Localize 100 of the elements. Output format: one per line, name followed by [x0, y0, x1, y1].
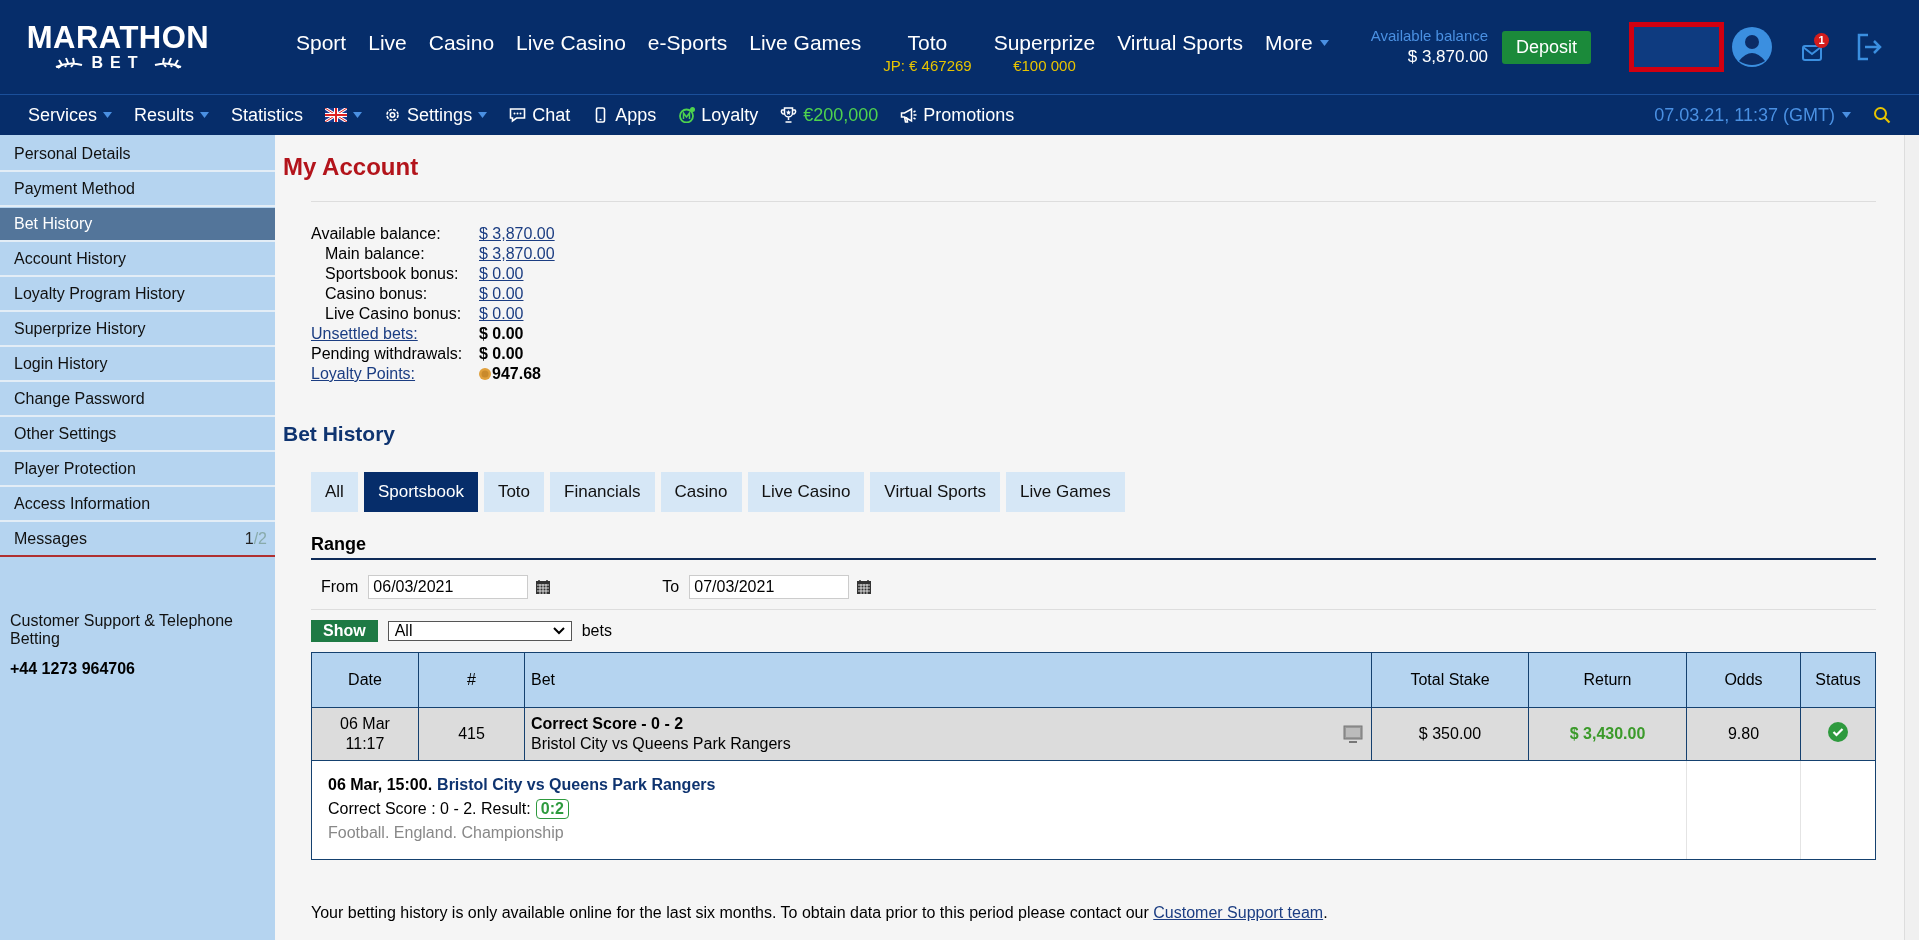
phone-number: +44 1273 964706 [10, 660, 136, 678]
score-badge: 0:2 [535, 799, 569, 819]
nav-link[interactable]: Live Games [749, 30, 862, 55]
balance-value[interactable]: $ 0.00 [479, 284, 555, 304]
balance-label: Sportsbook bonus: [324, 264, 460, 284]
bet-date: 06 Mar [339, 714, 391, 734]
event-category: Football. England. Championship [328, 823, 565, 843]
nav-link[interactable]: Virtual Sports [1117, 30, 1243, 55]
caret-icon [200, 112, 210, 118]
show-button[interactable]: Show [311, 620, 378, 642]
column-header: Odds [1686, 652, 1801, 708]
laurel-icon [152, 57, 183, 69]
filter-tab[interactable]: Sportsbook [363, 472, 478, 512]
uk-flag-icon [325, 108, 348, 122]
tv-icon [1343, 725, 1363, 743]
balance-label[interactable]: Unsettled bets: [311, 324, 479, 344]
nav-link[interactable]: Toto [907, 30, 948, 55]
history-note: Your betting history is only available online for the last six months. To obtain data prior to this period please contact our Customer Support team. [311, 904, 1329, 922]
bet-type-select[interactable]: All [387, 621, 572, 641]
column-header: Return [1528, 652, 1687, 708]
menu-link[interactable]: Loyalty [678, 104, 759, 126]
nav-link[interactable]: Casino [428, 30, 495, 55]
balance-label: Casino bonus: [324, 284, 429, 304]
balance-value[interactable]: $ 3,870.00 [479, 224, 555, 244]
nav-link[interactable]: Live [368, 30, 407, 55]
filter-tab[interactable]: Live Games [1006, 472, 1125, 512]
nav-link[interactable]: More [1264, 30, 1329, 55]
nav-link[interactable]: Superprize [993, 30, 1096, 55]
logo: MARATHON BET [28, 22, 208, 72]
message-count: 1/2 [244, 530, 267, 548]
page-title: My Account [283, 153, 420, 181]
filter-tab[interactable]: Toto [483, 472, 545, 512]
datetime-selector[interactable]: 07.03.21, 11:37 (GMT) [1654, 104, 1851, 126]
date-field[interactable]: 06/03/2021 [368, 575, 529, 599]
balance-value: 947.68 [492, 364, 541, 384]
trophy-icon [780, 107, 798, 123]
filter-tab[interactable]: Casino [660, 472, 742, 512]
balance-value[interactable]: $ 3,870.00 [479, 244, 555, 264]
caret-icon [103, 112, 113, 118]
caret-icon [478, 112, 488, 118]
stake-amount: $ 350.00 [1418, 725, 1482, 742]
filter-tab[interactable]: Financials [550, 472, 655, 512]
event-time: 06 Mar, 15:00. [328, 776, 433, 793]
bet-time: 11:17 [344, 734, 386, 754]
balance-label[interactable]: Loyalty Points: [311, 364, 479, 384]
nav-link[interactable]: Live Casino [516, 30, 626, 55]
column-header: Date [311, 652, 419, 708]
return-amount: $ 3,430.00 [1569, 725, 1646, 742]
balance-value[interactable]: $ 0.00 [479, 304, 555, 324]
balance-amount: $ 3,870.00 [1406, 47, 1489, 67]
support-link[interactable]: Customer Support team [1153, 904, 1324, 921]
mail-icon [1802, 45, 1823, 61]
calendar-icon [857, 580, 872, 594]
bet-selection: Correct Score - 0 - 2 [531, 714, 685, 734]
field-label: From [321, 578, 359, 596]
menu-link[interactable]: Promotions [900, 104, 1015, 126]
nav-link[interactable]: e-Sports [647, 30, 728, 55]
event-link[interactable]: Bristol City vs Queens Park Rangers [437, 776, 716, 793]
odds-value: 9.80 [1727, 725, 1760, 742]
balance-label: Available balance [1370, 27, 1489, 44]
column-header: Status [1800, 652, 1876, 708]
sidebar-item[interactable]: Bet History [0, 208, 275, 242]
calendar-icon [536, 580, 551, 594]
balance-value: $ 0.00 [479, 324, 525, 344]
deposit-button[interactable]: Deposit [1502, 30, 1592, 64]
chevron-icon [552, 627, 565, 635]
menu-link[interactable]: Statistics [231, 104, 304, 126]
balance-label: Available balance: [311, 224, 442, 244]
coin-icon [479, 368, 491, 380]
menu-link[interactable]: Services [28, 104, 113, 126]
laurel-icon [53, 57, 84, 69]
balance-label: Main balance: [324, 244, 426, 264]
filter-tab[interactable]: All [311, 472, 358, 512]
nav-link[interactable]: Sport [296, 30, 347, 55]
field-label: To [662, 578, 680, 596]
menu-link[interactable]: Settings [384, 104, 488, 126]
balance-value[interactable]: $ 0.00 [479, 264, 555, 284]
notification-badge: 1 [1814, 33, 1830, 48]
loyalty-coin-icon [678, 107, 696, 123]
filter-tab[interactable]: Live Casino [747, 472, 865, 512]
chat-icon [509, 107, 527, 123]
avatar-icon [1732, 27, 1773, 67]
logout-icon [1856, 33, 1883, 61]
menu-link[interactable]: Apps [592, 104, 657, 126]
section-heading: Range [311, 534, 1876, 560]
date-field[interactable]: 07/03/2021 [689, 575, 850, 599]
filter-tab[interactable]: Virtual Sports [870, 472, 1001, 512]
menu-link[interactable]: Results [134, 104, 210, 126]
outcome-text: Correct Score : 0 - 2. Result: [328, 800, 531, 817]
search-icon [1873, 106, 1891, 124]
balance-label: Live Casino bonus: [324, 304, 463, 324]
balance-label: Pending withdrawals: [311, 344, 464, 364]
support-text: Customer Support & Telephone Betting [10, 612, 234, 648]
jackpot-amount: €100 000 [1013, 56, 1076, 74]
balance-value: $ 0.00 [479, 344, 525, 364]
menu-link[interactable]: Chat [509, 104, 571, 126]
menu-link[interactable]: €200,000 [780, 104, 879, 126]
megaphone-icon [900, 107, 918, 123]
settings-icon [384, 107, 402, 123]
match-name: Bristol City vs Queens Park Rangers [531, 734, 791, 754]
